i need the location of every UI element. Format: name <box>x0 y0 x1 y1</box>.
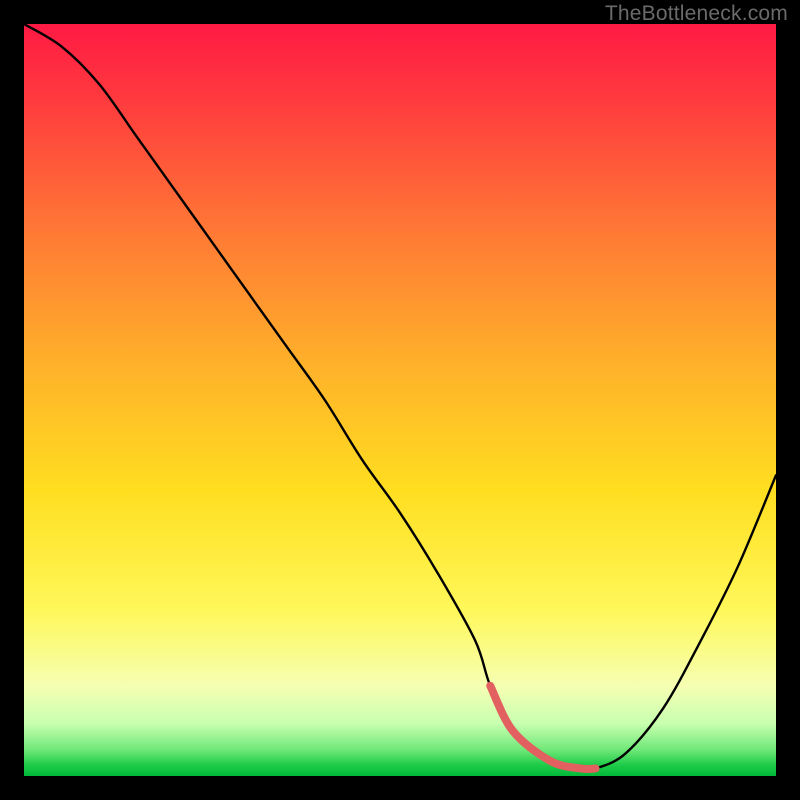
attribution-text: TheBottleneck.com <box>605 2 788 26</box>
bottleneck-chart <box>24 24 776 776</box>
chart-frame <box>24 24 776 776</box>
